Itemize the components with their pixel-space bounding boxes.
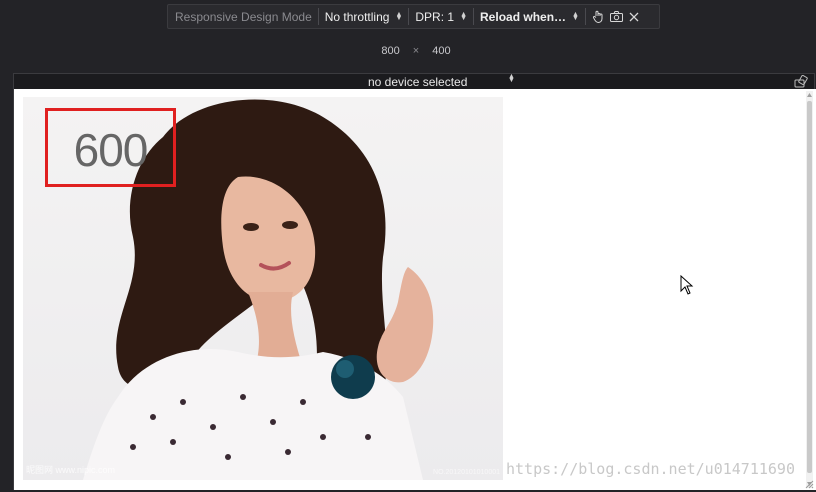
reload-when-select[interactable]: Reload when… ▲ ▼ xyxy=(474,5,585,28)
viewport-dimensions: 800 × 400 xyxy=(0,45,816,57)
throttling-select[interactable]: No throttling ▲ ▼ xyxy=(319,5,409,28)
photo-watermark-right: NO.20120101010001 xyxy=(433,469,500,476)
reload-when-label: Reload when… xyxy=(480,9,567,24)
viewport-height[interactable]: 400 xyxy=(432,45,450,57)
blog-watermark: https://blog.csdn.net/u014711690 xyxy=(506,460,795,478)
device-selector-bar: no device selected ▲ ▼ xyxy=(13,73,815,89)
resize-grip-icon[interactable] xyxy=(804,479,814,489)
dimension-separator: × xyxy=(412,45,420,57)
dpr-label: DPR: 1 xyxy=(415,9,455,24)
rdm-toolbar: Responsive Design Mode No throttling ▲ ▼ … xyxy=(167,4,660,29)
viewport-width[interactable]: 800 xyxy=(381,45,399,57)
select-arrows-icon: ▲ ▼ xyxy=(460,10,468,22)
device-select[interactable]: no device selected xyxy=(368,75,467,89)
scroll-up-icon[interactable] xyxy=(806,91,813,99)
highlight-label: 600 xyxy=(73,124,149,176)
close-icon[interactable] xyxy=(629,12,639,22)
portrait-photo: 600 昵图网 www.nipic.com NO.20120101010001 xyxy=(23,97,503,480)
rdm-title: Responsive Design Mode xyxy=(175,9,312,24)
select-arrows-icon: ▲ ▼ xyxy=(395,10,403,22)
mouse-cursor-icon xyxy=(680,275,694,295)
scrollbar-thumb[interactable] xyxy=(807,101,812,473)
photo-watermark-left: 昵图网 www.nipic.com xyxy=(26,465,116,475)
highlight-box: 600 xyxy=(45,108,176,187)
camera-icon[interactable] xyxy=(609,11,623,22)
vertical-scrollbar[interactable] xyxy=(806,91,813,488)
throttling-label: No throttling xyxy=(324,9,390,24)
touch-icon[interactable] xyxy=(592,10,604,23)
select-arrows-icon: ▲ ▼ xyxy=(572,10,579,22)
page-viewport[interactable]: 600 昵图网 www.nipic.com NO.20120101010001 … xyxy=(13,89,816,490)
select-arrows-icon: ▲ ▼ xyxy=(508,73,515,84)
dpr-select[interactable]: DPR: 1 ▲ ▼ xyxy=(409,5,473,28)
